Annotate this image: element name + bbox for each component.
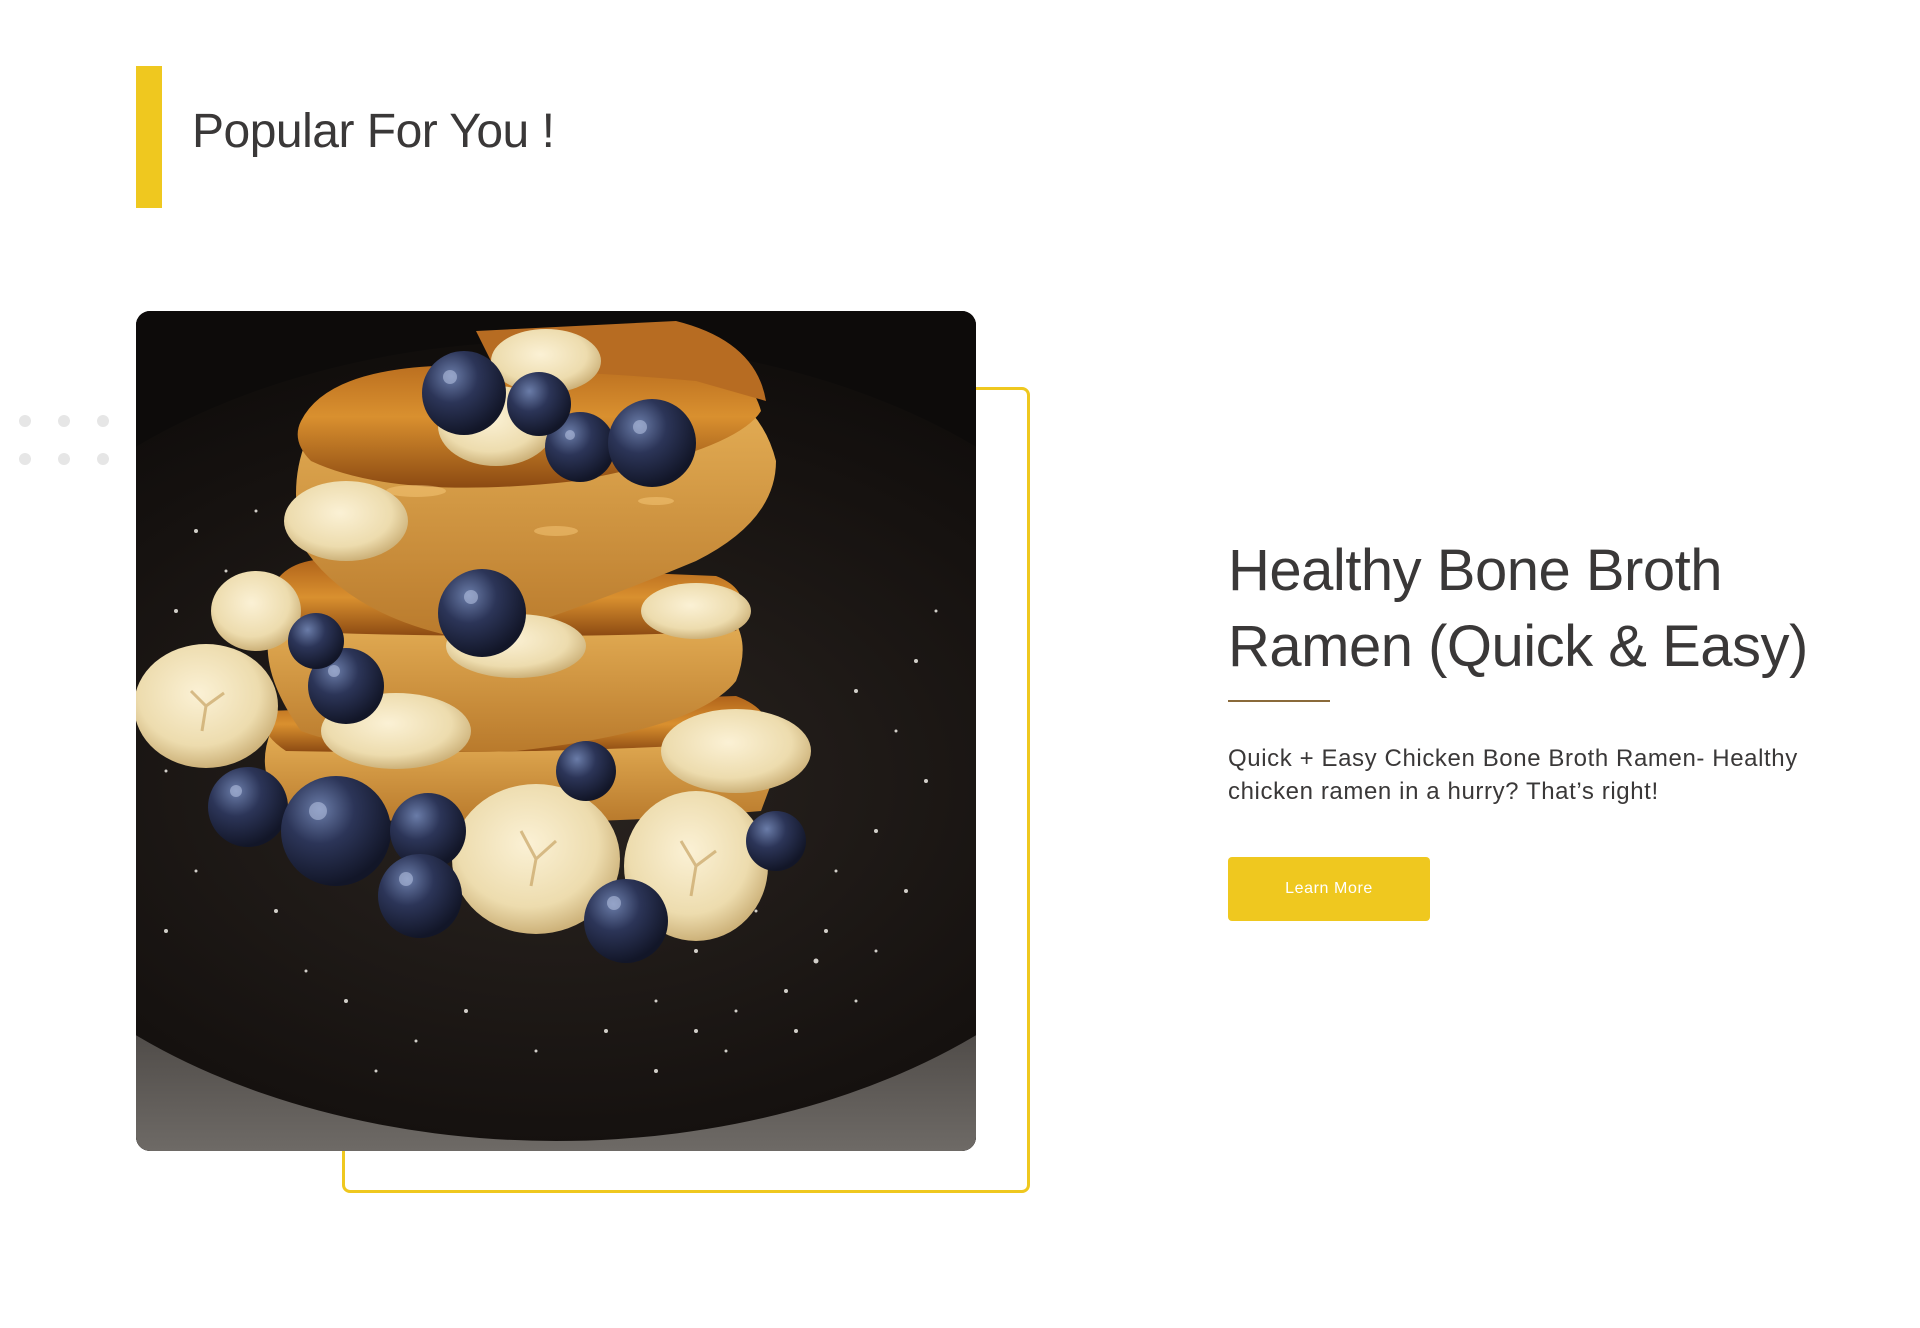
decor-dot bbox=[97, 453, 109, 465]
recipe-title: Healthy Bone Broth Ramen (Quick & Easy) bbox=[1228, 538, 1808, 679]
french-toast-illustration bbox=[136, 311, 976, 1151]
title-divider bbox=[1228, 700, 1330, 702]
decor-dot bbox=[58, 453, 70, 465]
recipe-description: Quick + Easy Chicken Bone Broth Ramen- H… bbox=[1228, 745, 1798, 805]
decor-dot bbox=[19, 415, 31, 427]
decor-dot bbox=[19, 453, 31, 465]
learn-more-button[interactable]: Learn More bbox=[1228, 857, 1430, 921]
decorative-dots bbox=[19, 415, 119, 465]
section-title: Popular For You ! bbox=[192, 105, 555, 158]
popular-section: Popular For You ! Healthy Bone Broth Ram… bbox=[0, 0, 1920, 1328]
decor-dot bbox=[97, 415, 109, 427]
decor-dot bbox=[58, 415, 70, 427]
featured-food-image bbox=[136, 311, 976, 1151]
section-accent-bar bbox=[136, 66, 162, 208]
